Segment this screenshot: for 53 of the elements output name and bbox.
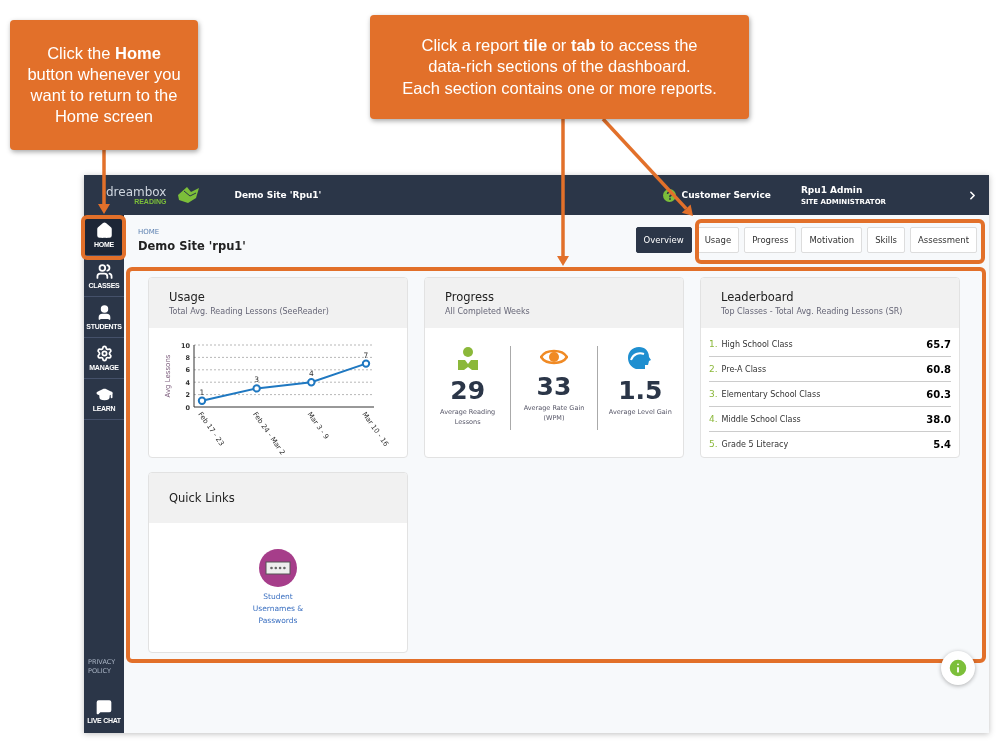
rank-number: 3. <box>709 389 718 399</box>
score-value: 38.0 <box>926 413 951 425</box>
class-name: Middle School Class <box>721 414 801 424</box>
tab[interactable]: Assessment <box>910 227 977 253</box>
callout: Click a report tile or tab to access the data-rich sections of the dashboard. Each section contains one or more reports. <box>370 15 749 119</box>
site-name: Demo Site 'Rpu1' <box>234 190 322 200</box>
card-subtitle: Total Avg. Reading Lessons (SeeReader) <box>169 307 330 316</box>
callout: Click the Home button whenever you want to return to the Home screen <box>10 20 198 150</box>
settings-icon <box>95 345 113 362</box>
chat-icon <box>96 698 112 715</box>
people-icon <box>95 263 113 280</box>
class-name: Pre-A Class <box>721 364 767 374</box>
score-value: 65.7 <box>926 338 951 350</box>
tab[interactable]: Motivation <box>801 227 863 253</box>
data-point <box>252 384 261 393</box>
class-name: Elementary School Class <box>721 389 821 399</box>
tab[interactable]: Overview <box>635 227 692 253</box>
graduation-cap-icon <box>95 386 113 403</box>
help-link[interactable]: Customer Service <box>662 188 771 202</box>
card-title: Leaderboard <box>721 290 795 304</box>
score-value: 5.4 <box>933 438 951 450</box>
card-subtitle: Top Classes - Total Avg. Reading Lessons (SR) <box>721 307 904 316</box>
class-name: Grade 5 Literacy <box>721 439 789 449</box>
class-name: High School Class <box>721 339 793 349</box>
card-subtitle: All Completed Weeks <box>445 307 531 316</box>
card-title: Progress <box>445 290 496 304</box>
rank-number: 4. <box>709 414 718 424</box>
home-icon <box>95 222 113 239</box>
tab[interactable]: Progress <box>744 227 797 253</box>
stat-value: 33 <box>536 372 572 401</box>
head-icon <box>627 346 654 372</box>
stat-value: 29 <box>450 376 486 405</box>
rank-number: 1. <box>709 339 718 349</box>
password-icon[interactable] <box>259 549 297 587</box>
data-point <box>197 396 207 405</box>
card-title: Quick Links <box>169 491 236 505</box>
score-value: 60.3 <box>926 388 951 400</box>
user-name: Rpu1 Admin <box>800 184 864 195</box>
info-icon <box>947 657 969 679</box>
page-title: Demo Site 'rpu1' <box>138 238 246 253</box>
stat-value: 1.5 <box>618 376 663 405</box>
help-icon <box>662 188 676 202</box>
tab[interactable]: Skills <box>867 227 905 253</box>
tab[interactable]: Usage <box>696 227 740 253</box>
rank-number: 5. <box>709 439 718 449</box>
rank-number: 2. <box>709 364 718 374</box>
leaderboard-card[interactable]: Leaderboard Top Classes - Total Avg. Reading Lessons (SR) 1. High School Class 65.7 2. Pre-A Class 60.8 3. Elementary School Class 60.3 4. Middle School Class 38.0 5. Grade 5 Literacy 5.4 <box>700 277 960 458</box>
data-point <box>361 359 371 368</box>
reader-icon <box>455 346 480 372</box>
data-point <box>307 378 316 387</box>
score-value: 60.8 <box>926 363 951 375</box>
card-title: Usage <box>169 290 206 304</box>
highlight-frame <box>81 215 126 260</box>
